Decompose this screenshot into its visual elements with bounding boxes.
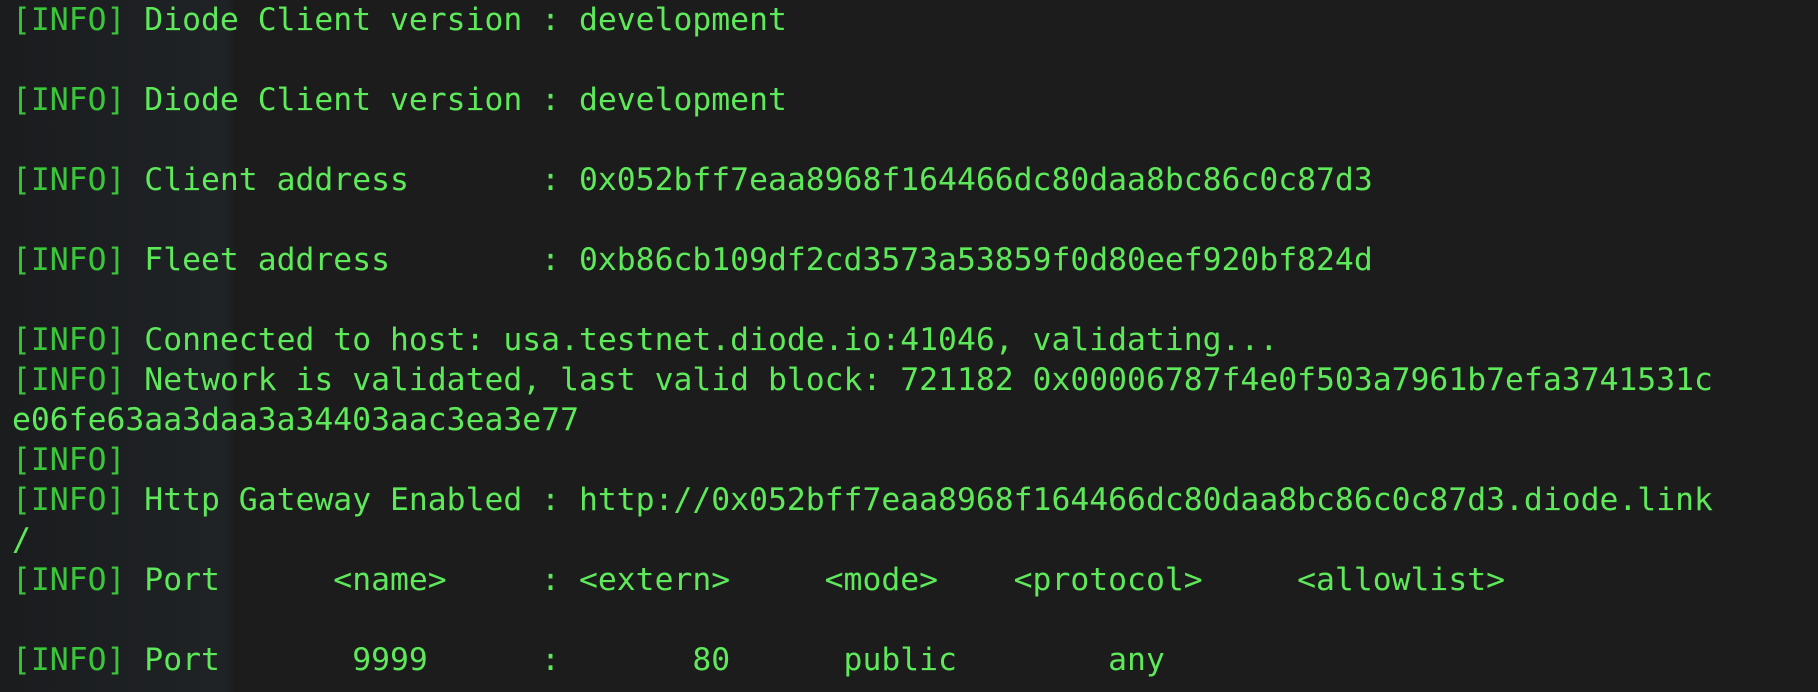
log-message: Diode Client version : development (125, 2, 787, 38)
log-level-tag: [INFO] (12, 442, 126, 478)
log-level-tag: [INFO] (12, 562, 126, 598)
fleet-address-message: Fleet address : 0xb86cb109df2cd3573a5385… (125, 242, 1373, 278)
log-level-tag: [INFO] (12, 322, 126, 358)
log-level-tag: [INFO] (12, 162, 126, 198)
log-line: [INFO] Diode Client version : developmen… (12, 0, 1818, 40)
log-message: e06fe63aa3daa3a34403aac3ea3e77 (12, 402, 579, 438)
log-line: [INFO] Fleet address : 0xb86cb109df2cd35… (12, 240, 1818, 280)
log-line: [INFO] Http Gateway Enabled : http://0x0… (12, 480, 1818, 520)
log-message: / (12, 522, 31, 558)
connection-message: Connected to host: usa.testnet.diode.io:… (125, 322, 1279, 358)
log-message: Port 9999 : 80 public any (125, 642, 1165, 678)
port-table-header: [INFO] Port <name> : <extern> <mode> <pr… (12, 560, 1818, 600)
log-level-tag: [INFO] (12, 642, 126, 678)
log-line: [INFO] Client address : 0x052bff7eaa8968… (12, 160, 1818, 200)
client-address-message: Client address : 0x052bff7eaa8968f164466… (125, 162, 1373, 198)
terminal-window[interactable]: [INFO] Diode Client version : developmen… (0, 0, 1818, 692)
log-level-tag: [INFO] (12, 2, 126, 38)
log-line-continuation: e06fe63aa3daa3a34403aac3ea3e77 (12, 400, 1818, 440)
log-line: [INFO] Network is validated, last valid … (12, 360, 1818, 400)
http-gateway-message: Http Gateway Enabled : http://0x052bff7e… (125, 482, 1713, 518)
log-message: Port <name> : <extern> <mode> <protocol>… (125, 562, 1506, 598)
log-line-continuation: / (12, 520, 1818, 560)
log-line: [INFO] (12, 440, 1818, 480)
log-level-tag: [INFO] (12, 482, 126, 518)
validation-message: Network is validated, last valid block: … (125, 362, 1713, 398)
log-message: Diode Client version : development (125, 82, 787, 118)
log-level-tag: [INFO] (12, 242, 126, 278)
log-line: [INFO] Connected to host: usa.testnet.di… (12, 320, 1818, 360)
log-level-tag: [INFO] (12, 82, 126, 118)
log-level-tag: [INFO] (12, 362, 126, 398)
log-line: [INFO] Diode Client version : developmen… (12, 80, 1818, 120)
port-table-row: [INFO] Port 9999 : 80 public any (12, 640, 1818, 680)
